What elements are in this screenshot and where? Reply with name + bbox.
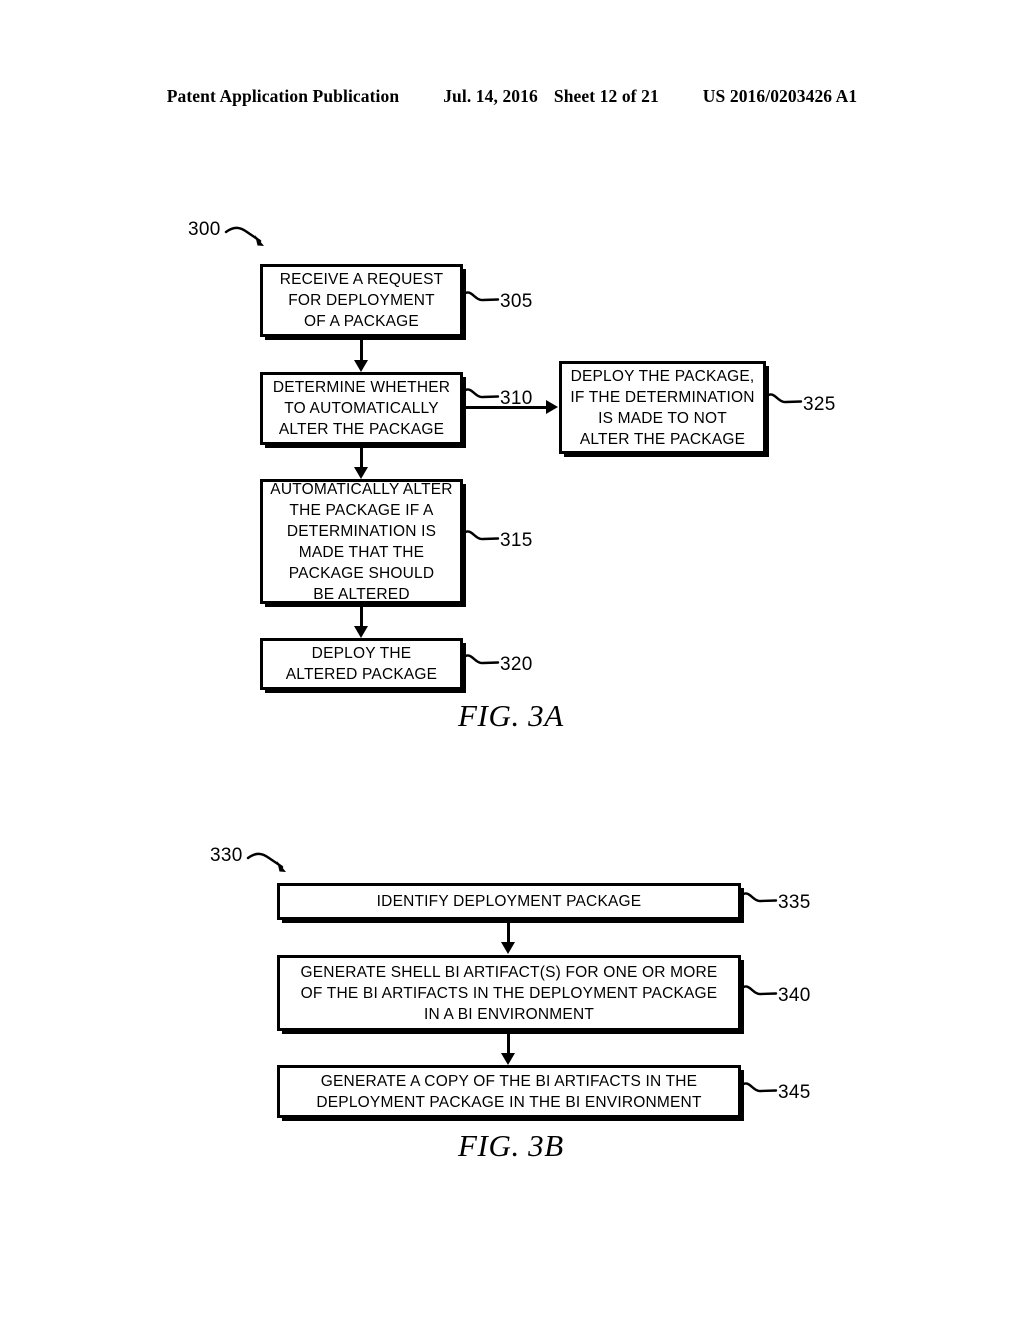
figure-caption-3b: FIG. 3B — [458, 1128, 564, 1163]
flow-box-305-text: RECEIVE A REQUEST FOR DEPLOYMENT OF A PA… — [269, 269, 454, 332]
ref-number-345: 345 — [778, 1082, 811, 1103]
diagram-ref-300: 300 — [188, 219, 221, 240]
ref-number-335: 335 — [778, 892, 811, 913]
leader-line-330 — [246, 848, 298, 878]
header-patent-number: US 2016/0203426 A1 — [702, 86, 858, 106]
flow-box-320-line-1: DEPLOY THE — [311, 645, 412, 662]
figure-caption-3a: FIG. 3A — [458, 698, 564, 733]
flow-box-345-line-2: DEPLOYMENT PACKAGE IN THE BI ENVIRONMENT — [316, 1093, 702, 1111]
ref-number-325: 325 — [803, 394, 836, 415]
flow-box-325-text: DEPLOY THE PACKAGE, IF THE DETERMINATION… — [568, 366, 757, 450]
flow-box-335-text: IDENTIFY DEPLOYMENT PACKAGE — [286, 891, 732, 912]
flow-box-315-line-5: PACKAGE SHOULD — [288, 564, 435, 582]
arrowhead-315-to-320 — [354, 626, 368, 638]
flow-box-345-text: GENERATE A COPY OF THE BI ARTIFACTS IN T… — [286, 1071, 732, 1113]
header-publication-label: Patent Application Publication — [166, 86, 400, 106]
flow-box-345: GENERATE A COPY OF THE BI ARTIFACTS IN T… — [277, 1065, 741, 1118]
flow-box-315-text: AUTOMATICALLY ALTER THE PACKAGE IF A DET… — [269, 479, 454, 605]
arrowhead-310-to-315 — [354, 467, 368, 479]
arrowhead-335-to-340 — [501, 942, 515, 954]
flow-box-325: DEPLOY THE PACKAGE, IF THE DETERMINATION… — [559, 361, 766, 454]
flow-box-310-line-3: ALTER THE PACKAGE — [278, 421, 445, 438]
flow-box-315: AUTOMATICALLY ALTER THE PACKAGE IF A DET… — [260, 479, 463, 604]
flow-box-340: GENERATE SHELL BI ARTIFACT(S) FOR ONE OR… — [277, 955, 741, 1031]
header-sheet-label: Sheet 12 of 21 — [553, 86, 659, 106]
flow-box-345-line-1: GENERATE A COPY OF THE BI ARTIFACTS IN T… — [320, 1072, 698, 1090]
flow-box-325-line-2: IF THE DETERMINATION — [570, 388, 755, 406]
flow-box-340-line-2: OF THE BI ARTIFACTS IN THE DEPLOYMENT PA… — [300, 984, 718, 1002]
flow-box-310-text: DETERMINE WHETHER TO AUTOMATICALLY ALTER… — [269, 377, 454, 440]
flow-box-310-line-1: DETERMINE WHETHER — [272, 379, 451, 396]
flow-box-315-line-3: DETERMINATION IS — [286, 522, 437, 540]
flow-box-310-line-2: TO AUTOMATICALLY — [284, 400, 439, 417]
leader-line-300 — [224, 222, 276, 252]
arrowhead-310-to-325 — [546, 400, 558, 414]
flow-box-320-line-2: ALTERED PACKAGE — [285, 666, 438, 683]
flow-box-340-line-3: IN A BI ENVIRONMENT — [423, 1005, 595, 1023]
connector-310-to-325 — [463, 406, 548, 409]
flow-box-305-line-2: FOR DEPLOYMENT — [288, 292, 435, 309]
flow-box-315-line-4: MADE THAT THE — [298, 543, 425, 561]
flow-box-340-line-1: GENERATE SHELL BI ARTIFACT(S) FOR ONE OR… — [300, 963, 718, 981]
arrowhead-340-to-345 — [501, 1053, 515, 1065]
flow-box-325-line-3: IS MADE TO NOT — [598, 409, 727, 427]
flow-box-335: IDENTIFY DEPLOYMENT PACKAGE — [277, 883, 741, 920]
page-header: Patent Application Publication Jul. 14, … — [0, 86, 1024, 107]
flow-box-305-line-1: RECEIVE A REQUEST — [279, 271, 444, 288]
flow-box-305: RECEIVE A REQUEST FOR DEPLOYMENT OF A PA… — [260, 264, 463, 337]
flow-box-340-text: GENERATE SHELL BI ARTIFACT(S) FOR ONE OR… — [286, 962, 732, 1025]
flow-box-325-line-1: DEPLOY THE PACKAGE, — [570, 367, 755, 385]
ref-number-305: 305 — [500, 291, 533, 312]
flow-box-315-line-2: THE PACKAGE IF A — [289, 501, 434, 519]
diagram-ref-330: 330 — [210, 845, 243, 866]
ref-number-340: 340 — [778, 985, 811, 1006]
flow-box-320: DEPLOY THE ALTERED PACKAGE — [260, 638, 463, 690]
flow-box-315-line-1: AUTOMATICALLY ALTER — [270, 480, 453, 498]
arrowhead-305-to-310 — [354, 360, 368, 372]
flow-box-310: DETERMINE WHETHER TO AUTOMATICALLY ALTER… — [260, 372, 463, 445]
ref-number-315: 315 — [500, 530, 533, 551]
flow-box-305-line-3: OF A PACKAGE — [304, 313, 419, 330]
ref-number-320: 320 — [500, 654, 533, 675]
connector-305-to-310 — [360, 340, 363, 362]
flow-box-320-text: DEPLOY THE ALTERED PACKAGE — [269, 643, 454, 685]
flow-box-325-line-4: ALTER THE PACKAGE — [579, 430, 746, 448]
flow-box-315-line-6: BE ALTERED — [313, 585, 410, 603]
flow-box-335-line-1: IDENTIFY DEPLOYMENT PACKAGE — [376, 893, 642, 910]
header-date-label: Jul. 14, 2016 — [443, 86, 538, 106]
